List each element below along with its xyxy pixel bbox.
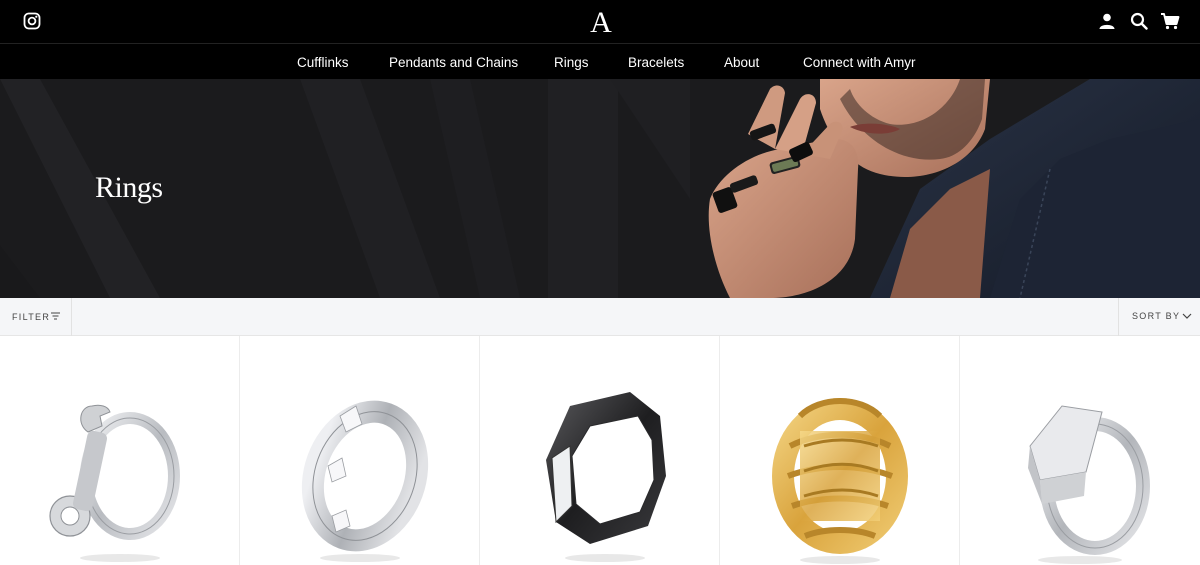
sort-dropdown[interactable]: SORT BY (1118, 298, 1200, 336)
product-card-gold-skeleton-ring[interactable] (720, 336, 960, 565)
filter-label: FILTER (12, 312, 51, 322)
product-grid (0, 336, 1200, 565)
logo-letter: A (590, 6, 612, 38)
filter-button[interactable]: FILTER (0, 298, 72, 336)
hero-model-photo (690, 79, 1200, 298)
nav-item-rings[interactable]: Rings (554, 55, 589, 70)
main-nav: Cufflinks Pendants and Chains Rings Brac… (0, 43, 1200, 79)
product-image-wrench-ring (49, 404, 180, 562)
product-image-geometric-band (301, 400, 429, 562)
cart-icon[interactable] (1160, 12, 1180, 30)
nav-item-bracelets[interactable]: Bracelets (628, 55, 684, 70)
instagram-icon[interactable] (23, 12, 41, 30)
sort-label: SORT BY (1132, 311, 1181, 321)
hero-banner: Rings (0, 79, 1200, 298)
page-title: Rings (95, 171, 163, 204)
nav-item-connect[interactable]: Connect with Amyr (803, 55, 916, 70)
account-icon[interactable] (1098, 12, 1116, 30)
brand-logo[interactable]: A (586, 4, 616, 38)
nav-item-pendants-and-chains[interactable]: Pendants and Chains (389, 55, 518, 70)
nav-item-cufflinks[interactable]: Cufflinks (297, 55, 349, 70)
product-image-gold-skeleton-ring (772, 398, 908, 564)
product-card-black-octagon-ring[interactable] (480, 336, 720, 565)
collection-toolbar: FILTER SORT BY (0, 298, 1200, 336)
product-card-silver-signet-ring[interactable] (960, 336, 1200, 565)
product-image-silver-signet-ring (1028, 405, 1150, 564)
top-header: A (0, 0, 1200, 43)
product-image-black-octagon-ring (546, 392, 666, 562)
filter-icon (51, 312, 60, 320)
nav-item-about[interactable]: About (724, 55, 759, 70)
product-card-geometric-band[interactable] (240, 336, 480, 565)
chevron-down-icon (1182, 313, 1192, 319)
search-icon[interactable] (1130, 12, 1148, 30)
product-card-wrench-ring[interactable] (0, 336, 240, 565)
